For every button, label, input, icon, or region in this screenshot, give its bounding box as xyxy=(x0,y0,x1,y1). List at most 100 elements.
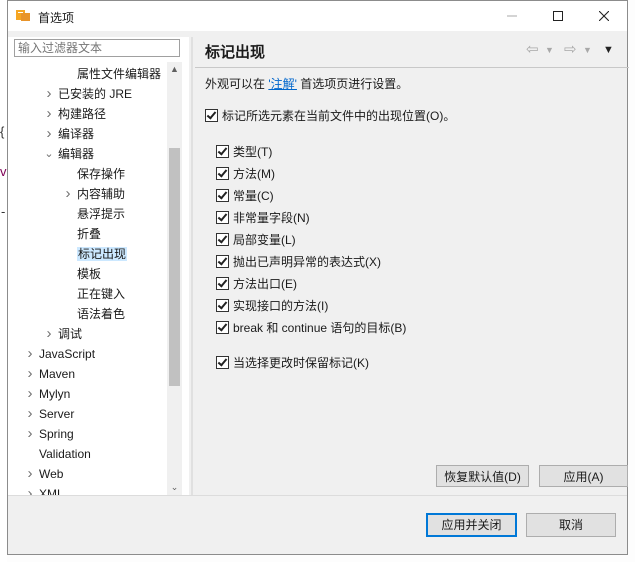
tree-item[interactable]: › XML xyxy=(28,484,64,495)
tree-item[interactable]: › Mylyn xyxy=(28,384,71,404)
checkbox-checked-icon[interactable] xyxy=(216,233,229,246)
tree-item-label: XML xyxy=(39,487,64,495)
tree-item[interactable]: › Web xyxy=(28,464,64,484)
tree-item[interactable]: › Server xyxy=(28,404,75,424)
checkbox-checked-icon[interactable] xyxy=(216,167,229,180)
expand-chevron-right-icon[interactable]: › xyxy=(43,324,55,344)
expand-chevron-right-icon[interactable]: › xyxy=(24,424,36,444)
tree-item[interactable]: 保存操作 xyxy=(77,164,125,184)
appearance-description: 外观可以在 '注解' 首选项页进行设置。 xyxy=(205,75,408,92)
occurrence-option-checkbox[interactable]: 非常量字段(N) xyxy=(216,209,310,227)
maximize-button[interactable] xyxy=(535,1,581,31)
expand-chevron-right-icon[interactable]: › xyxy=(43,84,55,104)
panel-sash[interactable] xyxy=(191,37,193,495)
apply-button[interactable]: 应用(A) xyxy=(539,465,628,487)
expand-chevron-right-icon[interactable]: › xyxy=(24,404,36,424)
checkbox-checked-icon[interactable] xyxy=(205,109,218,122)
checkbox-checked-icon[interactable] xyxy=(216,277,229,290)
expand-chevron-down-icon[interactable]: ⌄ xyxy=(43,144,55,164)
scrollbar-thumb[interactable] xyxy=(169,148,180,386)
page-title: 标记出现 xyxy=(205,44,266,61)
tree-item-label: JavaScript xyxy=(39,347,96,361)
restore-defaults-button[interactable]: 恢复默认值(D) xyxy=(436,465,529,487)
expand-chevron-right-icon[interactable]: › xyxy=(24,344,36,364)
tree-item[interactable]: › 内容辅助 xyxy=(66,184,126,204)
preference-page: 标记出现 ⇦ ▼ ⇨ ▼ ▼ 外观可以在 '注解' 首选项页进行设置。 标记所选… xyxy=(195,37,629,495)
checkbox-label: 当选择更改时保留标记(K) xyxy=(233,356,369,370)
checkbox-checked-icon[interactable] xyxy=(216,255,229,268)
occurrence-option-checkbox[interactable]: break 和 continue 语句的目标(B) xyxy=(216,319,406,337)
edge-glyph: v xyxy=(0,164,7,179)
occurrence-option-checkbox[interactable]: 方法出口(E) xyxy=(216,275,297,293)
scroll-down-icon[interactable]: ⌄ xyxy=(167,480,182,495)
tree-item[interactable]: 正在键入 xyxy=(77,284,125,304)
close-button[interactable] xyxy=(581,1,627,31)
tree-item[interactable]: 模板 xyxy=(77,264,101,284)
tree-item[interactable]: › 调试 xyxy=(47,324,83,344)
expand-chevron-right-icon[interactable]: › xyxy=(24,384,36,404)
occurrence-option-checkbox[interactable]: 方法(M) xyxy=(216,165,275,183)
expand-chevron-right-icon[interactable]: › xyxy=(24,484,36,495)
title-bar[interactable]: 首选项 xyxy=(8,1,627,31)
back-arrow-icon[interactable]: ⇦ xyxy=(526,40,539,60)
checkbox-checked-icon[interactable] xyxy=(216,189,229,202)
edge-glyph: - xyxy=(1,204,6,219)
forward-arrow-icon[interactable]: ⇨ xyxy=(564,40,577,60)
keep-marks-checkbox[interactable]: 当选择更改时保留标记(K) xyxy=(216,354,369,372)
forward-menu-chevron-icon[interactable]: ▼ xyxy=(583,45,592,65)
tree-item-label: 调试 xyxy=(58,327,83,341)
tree-item[interactable]: › Maven xyxy=(28,364,76,384)
filter-input[interactable] xyxy=(14,39,180,57)
occurrence-option-checkbox[interactable]: 类型(T) xyxy=(216,143,272,161)
annotations-link[interactable]: '注解' xyxy=(268,77,297,91)
expand-chevron-right-icon[interactable]: › xyxy=(24,464,36,484)
tree-item[interactable]: › Spring xyxy=(28,424,74,444)
expand-chevron-right-icon[interactable]: › xyxy=(43,124,55,144)
checkbox-label: 标记所选元素在当前文件中的出现位置(O)。 xyxy=(222,109,456,123)
checkbox-checked-icon[interactable] xyxy=(216,356,229,369)
tree-item[interactable]: 标记出现 xyxy=(77,244,128,264)
expand-chevron-right-icon[interactable]: › xyxy=(24,364,36,384)
checkbox-checked-icon[interactable] xyxy=(216,299,229,312)
tree-item[interactable]: › JavaScript xyxy=(28,344,96,364)
tree-item[interactable]: 属性文件编辑器 xyxy=(77,64,161,84)
tree-item-label: Spring xyxy=(39,427,74,441)
expand-chevron-right-icon[interactable]: › xyxy=(62,184,74,204)
close-icon xyxy=(599,11,609,21)
checkbox-checked-icon[interactable] xyxy=(216,211,229,224)
occurrence-option-checkbox[interactable]: 常量(C) xyxy=(216,187,274,205)
tree-item[interactable]: 语法着色 xyxy=(77,304,125,324)
preference-tree-panel: 属性文件编辑器›已安装的 JRE›构建路径›编译器⌄编辑器保存操作›内容辅助悬浮… xyxy=(8,37,189,495)
tree-item-label: 保存操作 xyxy=(77,167,126,181)
occurrence-option-checkbox[interactable]: 抛出已声明异常的表达式(X) xyxy=(216,253,381,271)
expand-chevron-right-icon[interactable]: › xyxy=(43,104,55,124)
tree-item-label: Maven xyxy=(39,367,76,381)
tree-scrollbar[interactable]: ▲ ⌄ xyxy=(167,62,182,495)
view-menu-icon[interactable]: ▼ xyxy=(603,44,614,64)
occurrence-option-checkbox[interactable]: 实现接口的方法(I) xyxy=(216,297,328,315)
tree-item[interactable]: 折叠 xyxy=(77,224,101,244)
tree-item-label: 编辑器 xyxy=(58,147,95,161)
tree-item[interactable]: ⌄ 编辑器 xyxy=(44,144,95,164)
tree-item[interactable]: › 编译器 xyxy=(47,124,95,144)
help-button[interactable] xyxy=(489,1,535,31)
mark-occurrences-checkbox[interactable]: 标记所选元素在当前文件中的出现位置(O)。 xyxy=(205,107,455,125)
tree-item[interactable]: › 构建路径 xyxy=(47,104,107,124)
apply-and-close-button[interactable]: 应用并关闭 xyxy=(426,513,517,537)
checkbox-checked-icon[interactable] xyxy=(216,321,229,334)
occurrence-option-checkbox[interactable]: 局部变量(L) xyxy=(216,231,296,249)
checkbox-checked-icon[interactable] xyxy=(216,145,229,158)
tree-item[interactable]: 悬浮提示 xyxy=(77,204,125,224)
edge-glyph: { xyxy=(0,124,5,139)
cancel-button[interactable]: 取消 xyxy=(526,513,616,537)
scroll-up-icon[interactable]: ▲ xyxy=(167,62,182,77)
tree-item-label: 构建路径 xyxy=(58,107,107,121)
tree-item-label: 标记出现 xyxy=(77,247,128,261)
preferences-dialog: 首选项 属性文件编辑器›已安装的 JRE›构建路径›编译器⌄编辑器保存操作›内容… xyxy=(7,0,629,555)
tree-item[interactable]: Validation xyxy=(39,444,91,464)
tree-item[interactable]: › 已安装的 JRE xyxy=(47,84,133,104)
tree-item-label: 已安装的 JRE xyxy=(58,87,133,101)
back-menu-chevron-icon[interactable]: ▼ xyxy=(545,45,554,65)
window-title: 首选项 xyxy=(38,11,75,25)
checkbox-label: 方法出口(E) xyxy=(233,277,297,291)
